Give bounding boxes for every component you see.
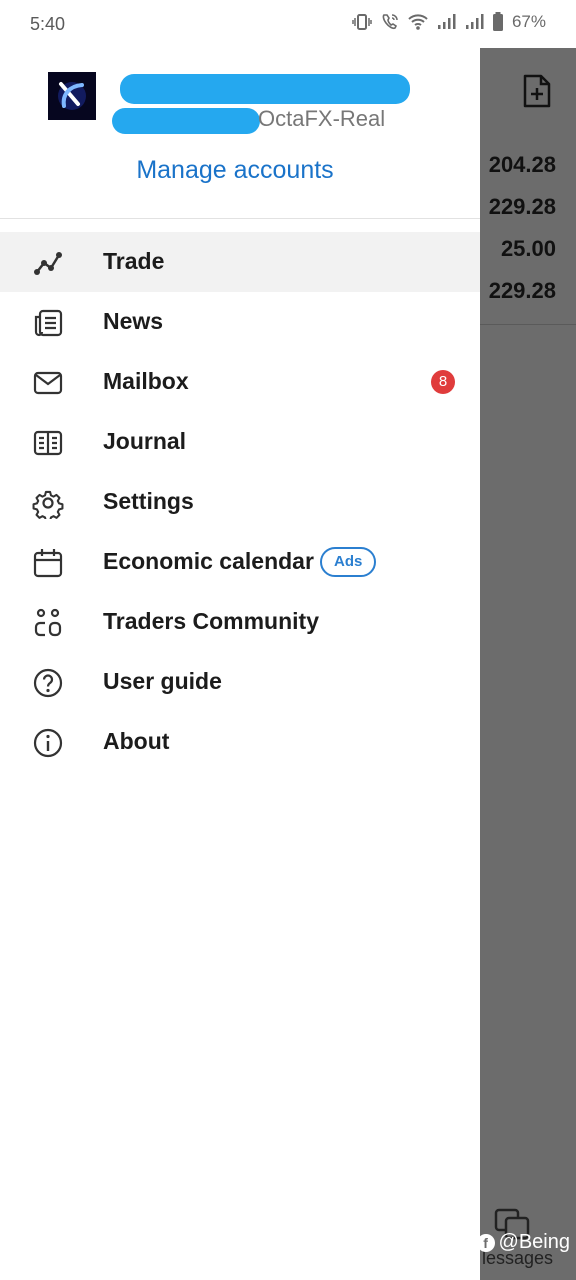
- facebook-icon: f: [476, 1233, 495, 1252]
- signal-icon: [464, 13, 484, 31]
- battery-icon: [492, 12, 504, 32]
- menu-item-label: News: [103, 308, 164, 334]
- account-server-label: OctaFX-Real: [258, 106, 386, 131]
- signal-icon: [436, 13, 456, 31]
- community-icon: [32, 607, 64, 639]
- status-icons: 67%: [352, 12, 546, 32]
- watermark: f @Being: [476, 1231, 570, 1254]
- background-app-scrim[interactable]: 204.28 229.28 25.00 229.28 lessages: [480, 48, 576, 1280]
- news-icon: [32, 307, 64, 339]
- background-price: 204.28: [488, 152, 556, 177]
- background-divider: [480, 324, 576, 325]
- new-document-icon: [522, 74, 552, 113]
- menu-item-journal[interactable]: Journal: [0, 412, 480, 472]
- menu-item-economic-calendar[interactable]: Economic calendar Ads: [0, 532, 480, 592]
- menu-item-label: Mailbox: [103, 368, 189, 394]
- menu-item-label: User guide: [103, 668, 222, 694]
- drawer-divider: [0, 218, 480, 219]
- vibrate-icon: [352, 12, 372, 32]
- menu-item-label: Journal: [103, 428, 187, 454]
- manage-accounts-link[interactable]: Manage accounts: [0, 156, 470, 185]
- wifi-call-icon: [380, 12, 400, 32]
- help-icon: [32, 667, 64, 699]
- status-time: 5:40: [30, 14, 66, 34]
- watermark-text: @Being: [498, 1231, 570, 1253]
- background-price: 229.28: [488, 278, 556, 303]
- menu-item-about[interactable]: About: [0, 712, 480, 772]
- redacted-account-name: [120, 74, 410, 104]
- menu-item-user-guide[interactable]: User guide: [0, 652, 480, 712]
- menu-item-label: Traders Community: [103, 608, 319, 634]
- status-bar: 5:40 67%: [0, 0, 576, 48]
- background-price: 25.00: [500, 236, 556, 261]
- menu-item-trade[interactable]: Trade: [0, 232, 480, 292]
- menu-item-label: About: [103, 728, 170, 754]
- info-icon: [32, 727, 64, 759]
- battery-level: 67%: [511, 12, 546, 31]
- trade-chart-icon: [32, 247, 64, 279]
- unread-count-badge: 8: [431, 370, 455, 394]
- account-avatar[interactable]: [48, 72, 96, 120]
- ads-tag: Ads: [320, 547, 377, 577]
- menu-item-label: Settings: [103, 488, 194, 514]
- drawer-menu: Trade News Mailbox 8 Journal Settings Ec…: [0, 232, 480, 772]
- wifi-icon: [408, 13, 428, 31]
- menu-item-news[interactable]: News: [0, 292, 480, 352]
- calendar-icon: [32, 547, 64, 579]
- menu-item-label: Economic calendar: [103, 548, 314, 574]
- menu-item-settings[interactable]: Settings: [0, 472, 480, 532]
- redacted-account-number: [112, 108, 260, 134]
- background-price: 229.28: [488, 194, 556, 219]
- menu-item-traders-community[interactable]: Traders Community: [0, 592, 480, 652]
- menu-item-label: Trade: [103, 248, 165, 274]
- mail-icon: [32, 367, 64, 399]
- journal-icon: [32, 427, 64, 459]
- navigation-drawer: OctaFX-Real Manage accounts Trade News M…: [0, 48, 480, 1280]
- gear-icon: [32, 487, 64, 519]
- menu-item-mailbox[interactable]: Mailbox 8: [0, 352, 480, 412]
